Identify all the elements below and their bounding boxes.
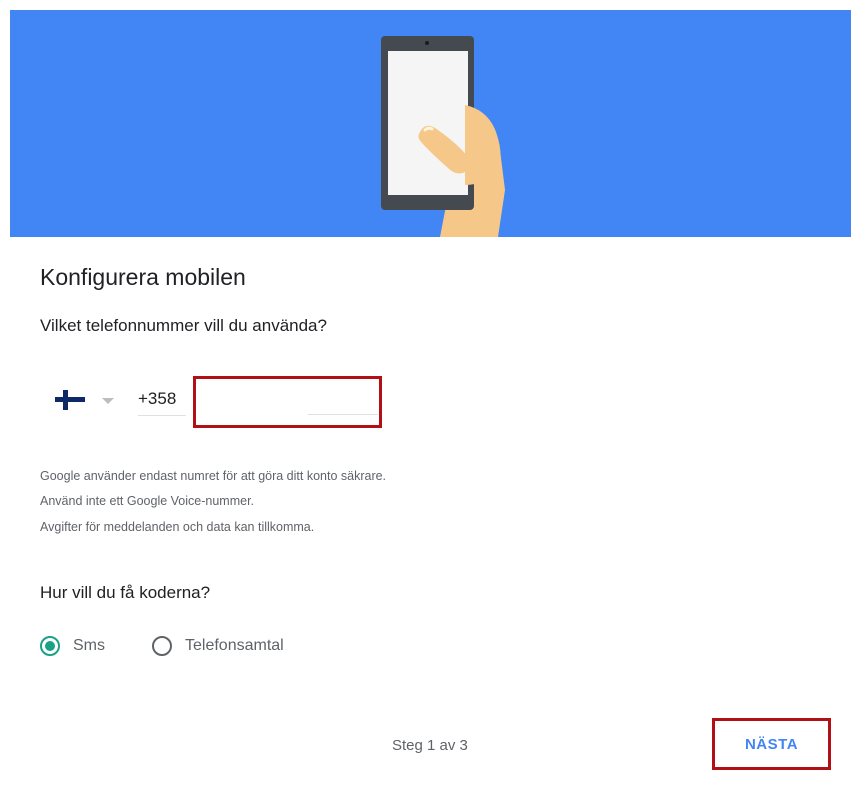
step-indicator: Steg 1 av 3 [392,737,468,754]
chevron-down-icon [102,398,114,404]
radio-phone-call-label: Telefonsamtal [185,637,284,654]
info-line-voice: Använd inte ett Google Voice-nummer. [40,494,255,508]
phone-number-input[interactable] [308,386,378,415]
info-line-security: Google använder endast numret för att gö… [40,469,387,483]
radio-unselected-icon [152,636,172,656]
code-question-label: Hur vill du få koderna? [40,583,211,602]
country-selector[interactable] [55,388,130,414]
next-button[interactable]: NÄSTA [712,718,831,770]
hand-holding-phone-illustration [381,36,505,237]
radio-selected-icon [40,636,60,656]
country-code: +358 [138,385,186,416]
radio-sms-label: Sms [73,637,105,654]
page-title: Konfigurera mobilen [40,264,246,290]
phone-question-label: Vilket telefonnummer vill du använda? [40,316,327,335]
info-line-fees: Avgifter för meddelanden och data kan ti… [40,520,315,534]
setup-card: Konfigurera mobilen Vilket telefonnummer… [10,10,851,795]
radio-phone-call[interactable]: Telefonsamtal [152,634,284,658]
hero-banner [10,10,851,237]
radio-sms[interactable]: Sms [40,634,105,658]
finland-flag-icon [55,390,85,410]
